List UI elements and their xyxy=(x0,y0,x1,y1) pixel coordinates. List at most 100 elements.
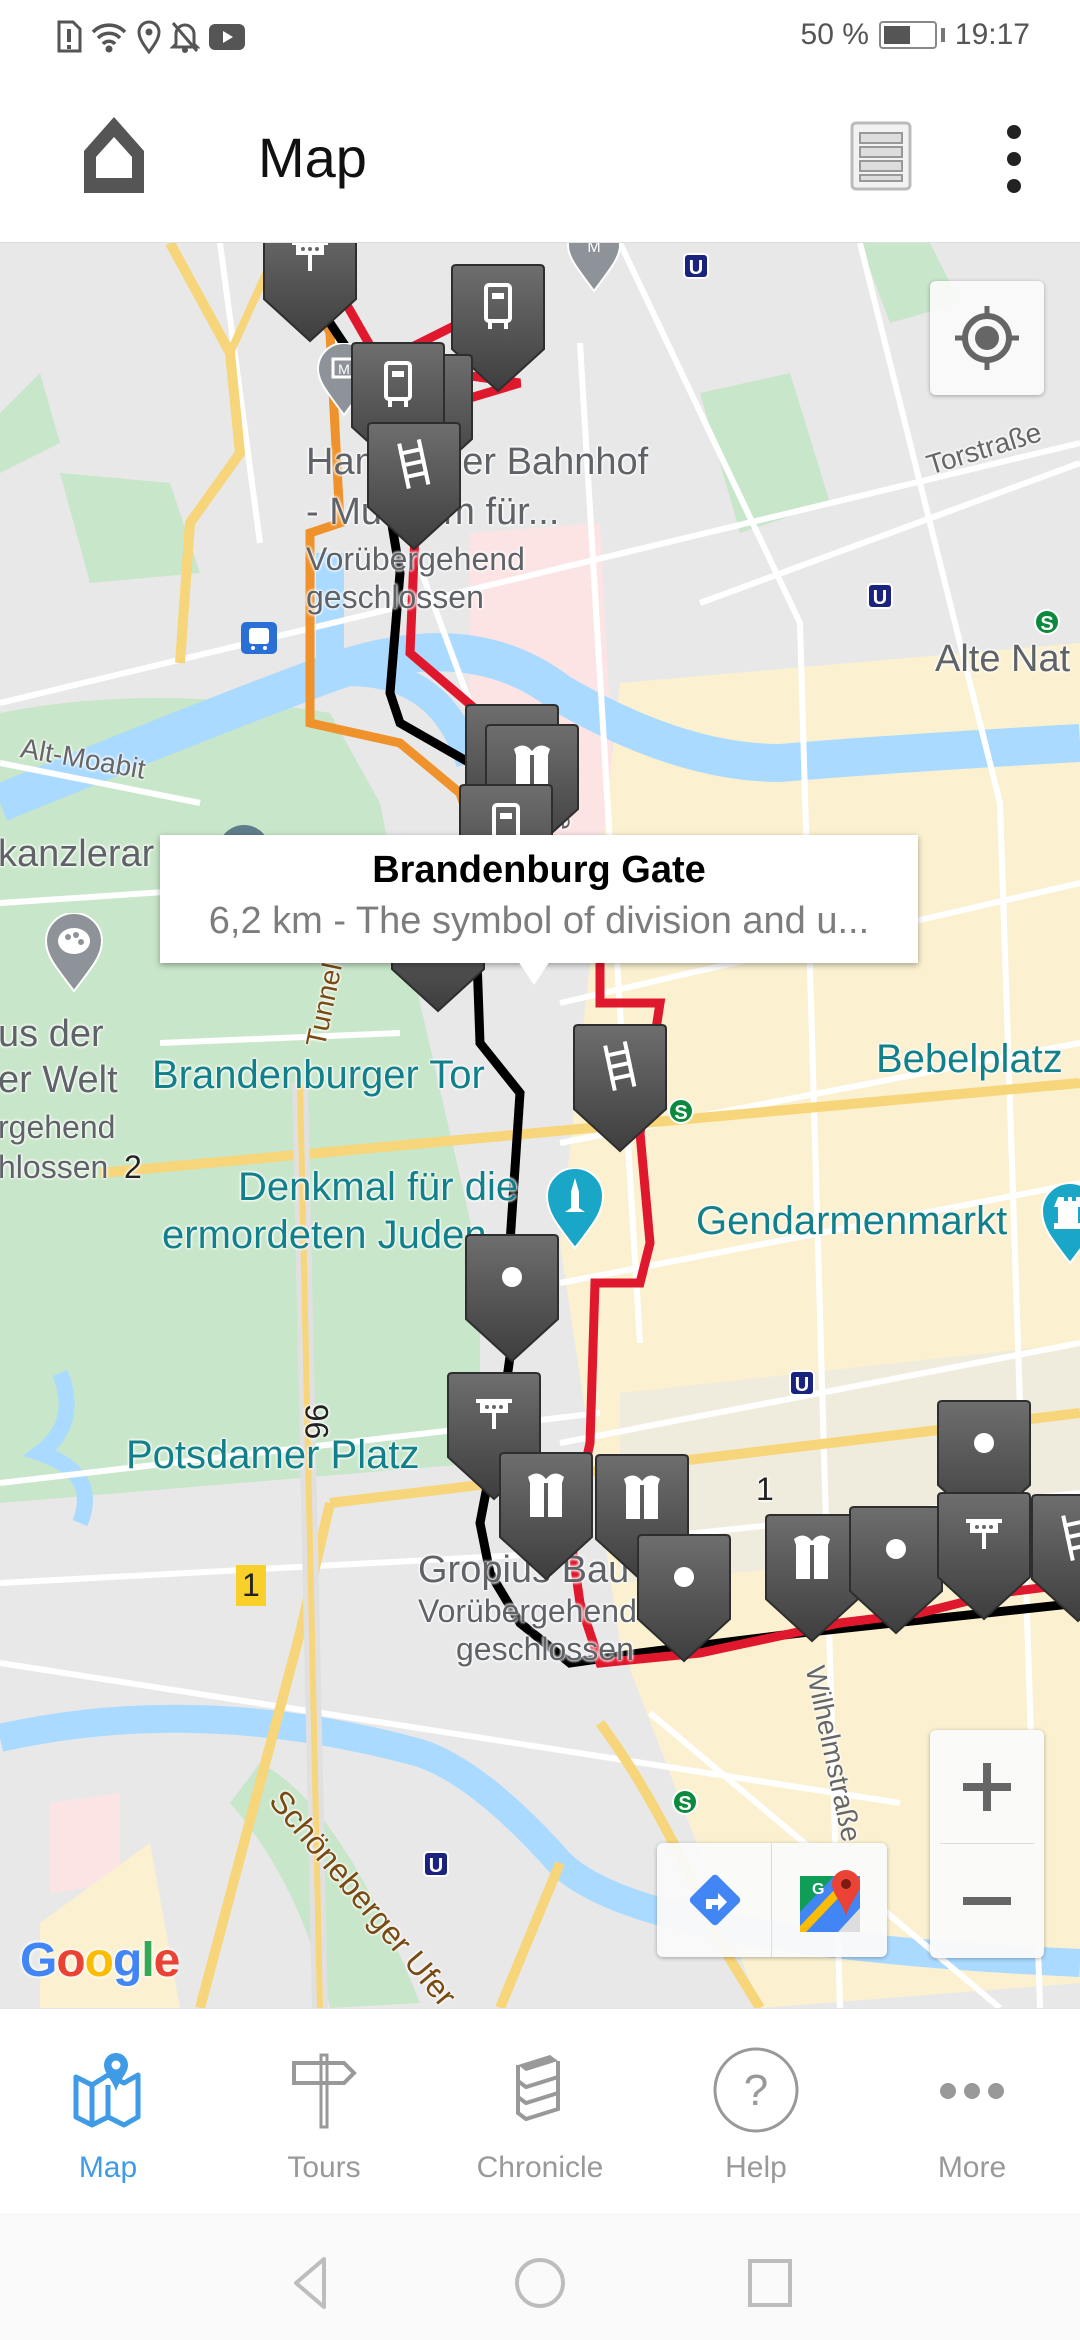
tab-tours[interactable]: Tours xyxy=(216,2009,432,2213)
sbahn-icon[interactable]: S xyxy=(1034,609,1060,635)
open-google-maps-button[interactable]: G xyxy=(772,1843,887,1957)
label-closed-status: hlossen xyxy=(0,1149,109,1185)
label-closed-status: geschlossen xyxy=(306,579,484,615)
tour-marker[interactable] xyxy=(764,1513,860,1643)
label-holocaust-memorial-2: ermordeten Juden xyxy=(162,1213,487,1257)
tab-label: Chronicle xyxy=(476,2151,604,2184)
zoom-in-button[interactable] xyxy=(930,1730,1044,1844)
list-view-icon xyxy=(850,121,912,191)
minus-icon xyxy=(963,1897,1011,1905)
more-dots-icon xyxy=(940,2083,1004,2099)
marker-info-window[interactable]: Brandenburg Gate 6,2 km - The symbol of … xyxy=(160,835,918,963)
battery-icon xyxy=(878,21,937,49)
directions-icon xyxy=(689,1874,740,1926)
ubahn-icon[interactable]: U xyxy=(867,583,893,609)
app-bar: Map xyxy=(0,75,1080,243)
ubahn-icon[interactable]: U xyxy=(423,1851,449,1877)
dot-icon xyxy=(974,1433,994,1453)
recents-icon[interactable] xyxy=(740,2253,800,2313)
tour-marker[interactable] xyxy=(572,1023,668,1153)
svg-text:M: M xyxy=(587,243,600,256)
map-toolbar: G xyxy=(657,1843,887,1957)
sbahn-icon[interactable]: S xyxy=(668,1098,694,1124)
menu-dot xyxy=(1007,179,1021,193)
label-brandenburger-tor: Brandenburger Tor xyxy=(152,1053,485,1097)
directions-button[interactable] xyxy=(657,1843,772,1957)
label-haus-der-kulturen-2: er Welt xyxy=(0,1059,118,1101)
my-location-icon xyxy=(955,306,1019,370)
tour-marker[interactable] xyxy=(366,421,462,551)
overflow-menu-button[interactable] xyxy=(996,125,1032,193)
battery-percent: 50 % xyxy=(800,18,869,51)
signpost-icon xyxy=(292,2053,357,2129)
my-location-button[interactable] xyxy=(930,281,1044,395)
sim-alert-icon xyxy=(57,20,82,53)
books-icon xyxy=(516,2055,560,2122)
tour-marker[interactable] xyxy=(636,1533,732,1663)
ubahn-icon[interactable]: U xyxy=(683,253,709,279)
info-window-title: Brandenburg Gate xyxy=(372,849,706,891)
clock: 19:17 xyxy=(954,18,1030,51)
label-haus-der-kulturen: us der xyxy=(0,1013,104,1055)
tour-marker[interactable] xyxy=(1030,1493,1080,1623)
label-bebelplatz: Bebelplatz xyxy=(876,1037,1063,1081)
train-station-icon[interactable] xyxy=(240,621,278,655)
youtube-icon xyxy=(209,24,245,50)
zoom-controls xyxy=(930,1730,1044,1958)
label-closed-status: Vorübergehend xyxy=(418,1593,637,1629)
svg-text:G: G xyxy=(812,1881,824,1898)
map-view[interactable]: Hamburger Bahnhof - Museum für... Vorübe… xyxy=(0,243,1080,2008)
tab-chronicle[interactable]: Chronicle xyxy=(432,2009,648,2213)
tab-label: Tours xyxy=(287,2151,361,2184)
menu-dot xyxy=(1007,125,1021,139)
google-logo: Google xyxy=(20,1934,180,1987)
tab-more[interactable]: More xyxy=(864,2009,1080,2213)
tour-marker[interactable] xyxy=(848,1505,944,1635)
label-holocaust-memorial: Denkmal für die xyxy=(238,1165,519,1209)
ubahn-icon[interactable]: U xyxy=(789,1370,815,1396)
label-gendarmenmarkt: Gendarmenmarkt xyxy=(696,1199,1008,1243)
tab-help[interactable]: ? Help xyxy=(648,2009,864,2213)
map-pin-icon xyxy=(73,2053,141,2128)
menu-dot xyxy=(1007,152,1021,166)
tab-label: More xyxy=(937,2151,1007,2184)
system-navigation-bar xyxy=(0,2213,1080,2340)
tab-map[interactable]: Map xyxy=(0,2009,216,2213)
park-area xyxy=(0,373,60,473)
tab-label: Help xyxy=(725,2151,787,2184)
zoom-out-button[interactable] xyxy=(930,1844,1044,1958)
tour-marker[interactable] xyxy=(464,1233,560,1363)
museum-poi-icon[interactable]: M xyxy=(566,243,622,293)
sbahn-icon[interactable]: S xyxy=(672,1789,698,1815)
label-alte-nationalgalerie: Alte Nat xyxy=(935,638,1071,680)
home-button[interactable] xyxy=(78,115,150,195)
svg-text:?: ? xyxy=(744,2066,768,2115)
label-closed-status: geschlossen xyxy=(456,1631,634,1667)
wifi-icon xyxy=(91,23,127,53)
notifications-off-icon xyxy=(170,22,200,53)
google-maps-icon: G xyxy=(799,1870,860,1932)
list-view-button[interactable] xyxy=(850,121,912,191)
label-route-96: 96 xyxy=(298,1403,335,1440)
back-icon[interactable] xyxy=(280,2253,340,2313)
battery-tip xyxy=(940,28,945,42)
landmark-poi-icon[interactable] xyxy=(1040,1183,1080,1265)
label-route-1: 1 xyxy=(756,1471,774,1507)
park-area xyxy=(60,473,200,583)
label-closed-status: rgehend xyxy=(0,1109,116,1145)
bottom-navigation: Map Tours Chronicle ? Help More xyxy=(0,2008,1080,2213)
info-window-pointer xyxy=(518,961,550,985)
tour-marker[interactable] xyxy=(262,243,358,343)
home-circle-icon[interactable] xyxy=(510,2253,570,2313)
tour-marker[interactable] xyxy=(498,1451,594,1581)
page-title: Map xyxy=(258,126,367,189)
label-potsdamer-platz: Potsdamer Platz xyxy=(126,1433,420,1477)
art-gallery-poi-icon[interactable] xyxy=(44,913,104,993)
label-route-2: 2 xyxy=(124,1149,142,1185)
home-icon xyxy=(84,117,144,193)
label-route-1-shield: 1 xyxy=(236,1565,266,1606)
plus-icon xyxy=(963,1763,1011,1811)
tour-marker[interactable] xyxy=(936,1491,1032,1621)
dot-icon xyxy=(502,1267,522,1287)
tab-label: Map xyxy=(78,2151,138,2184)
